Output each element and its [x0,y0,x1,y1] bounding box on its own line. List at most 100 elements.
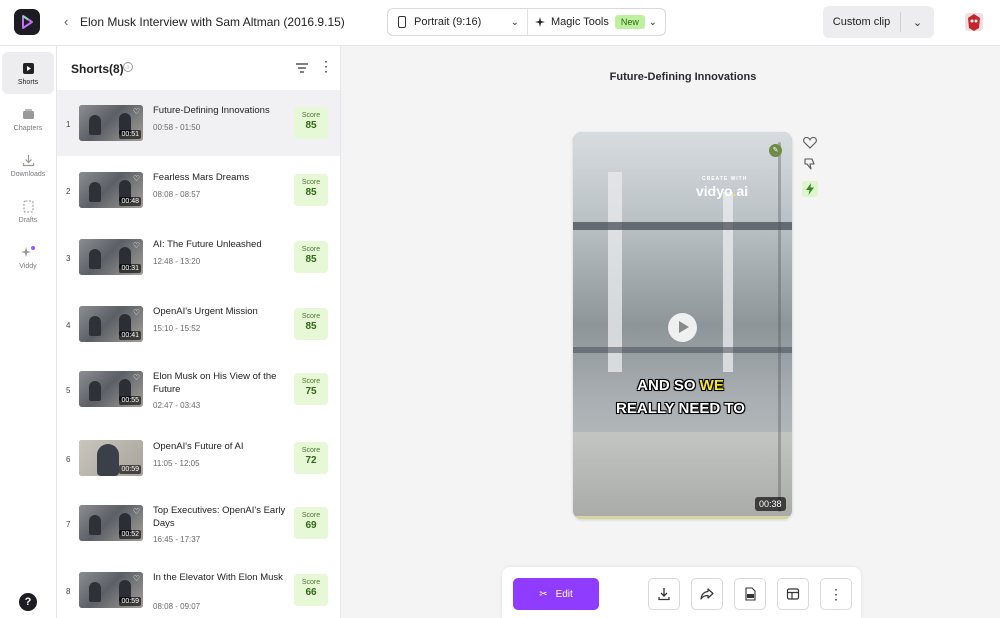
left-rail: Shorts Chapters Downloads Drafts Viddy ? [0,46,57,618]
caption-line: AND SO WE [573,377,788,394]
row-time: 11:05 - 12:05 [153,459,200,468]
preview-title: Future-Defining Innovations [609,71,757,83]
list-item[interactable]: 8 ♡ 00:59 In the Elevator With Elon Musk … [57,559,340,618]
chevron-left-icon[interactable]: ‹ [64,14,68,29]
magic-tools-select[interactable]: Magic Tools New ⌄ [528,9,665,35]
custom-clip-split-button: Custom clip ⌄ [823,6,934,38]
duration: 00:59 [119,597,141,606]
action-bar: ✂ Edit ⋮ [502,567,861,618]
score-value: 85 [305,120,317,131]
heart-icon[interactable]: ♡ [133,373,140,382]
chevron-down-icon[interactable]: ⌄ [901,16,934,29]
row-time: 16:45 - 17:37 [153,535,201,544]
subtitle-export-button[interactable] [734,578,766,610]
row-number: 6 [66,455,71,464]
duration: 00:31 [119,264,141,273]
score-label: Score [301,512,321,519]
chevron-down-icon: ⌄ [510,17,519,28]
shorts-panel: Shorts(8) i ⋮ 1 ♡ 00:51 Future-Defining I… [57,46,341,618]
rail-item-drafts[interactable]: Drafts [2,190,54,232]
panel-title: Shorts(8) [71,62,124,76]
thumbnail: ♡ 00:52 [79,505,143,541]
rail-item-shorts[interactable]: Shorts [2,52,54,94]
edit-badge-icon[interactable]: ✎ [769,144,782,157]
rail-item-label: Chapters [13,125,43,132]
more-icon[interactable]: ⋮ [319,59,333,73]
caption-highlight: WE [699,377,724,394]
duration: 00:48 [119,197,141,206]
list-item[interactable]: 7 ♡ 00:52 Top Executives: OpenAI's Early … [57,492,340,558]
score-value: 85 [305,254,317,265]
score-badge: Score 75 [294,373,328,405]
score-badge: Score 85 [294,107,328,139]
rail-item-downloads[interactable]: Downloads [2,144,54,186]
sparkle-icon [20,244,36,260]
video-duration: 00:38 [755,497,786,511]
list-item[interactable]: 1 ♡ 00:51 Future-Defining Innovations 00:… [57,90,340,156]
rail-item-chapters[interactable]: Chapters [2,98,54,140]
share-button[interactable] [691,578,723,610]
new-badge: New [614,15,645,29]
score-label: Score [301,313,321,320]
magic-tools-label: Magic Tools [551,16,609,28]
progress-bar[interactable] [573,516,792,519]
heart-icon[interactable] [802,134,818,150]
score-value: 75 [305,386,317,397]
row-number: 2 [66,187,71,196]
list-item[interactable]: 2 ♡ 00:48 Fearless Mars Dreams 08:08 - 08… [57,157,340,223]
row-title: Elon Musk on His View of the Future [153,371,277,395]
layout-button[interactable] [777,578,809,610]
thumbnail: ♡ 00:31 [79,239,143,275]
heart-icon[interactable]: ♡ [133,507,140,516]
thumbs-down-icon[interactable] [802,156,818,172]
heart-icon[interactable]: ♡ [133,107,140,116]
toolbar-group: Portrait (9:16) ⌄ Magic Tools New ⌄ [387,8,666,36]
rail-item-label: Downloads [10,171,46,178]
list-item[interactable]: 3 ♡ 00:31 AI: The Future Unleashed 12:48 … [57,224,340,290]
download-icon [658,588,670,601]
rail-item-viddy[interactable]: Viddy [2,236,54,278]
list-item[interactable]: 5 ♡ 00:55 Elon Musk on His View of the Fu… [57,358,340,424]
download-icon [20,152,36,168]
score-badge: Score 85 [294,174,328,206]
heart-icon[interactable]: ♡ [133,241,140,250]
row-number: 7 [66,520,71,529]
caption-line: REALLY NEED TO [616,400,745,417]
score-value: 85 [305,321,317,332]
heart-icon[interactable]: ♡ [133,308,140,317]
list-item[interactable]: 4 ♡ 00:41 OpenAI's Urgent Mission 15:10 -… [57,291,340,357]
watermark-caption: CREATE WITH [702,176,748,182]
duration: 00:41 [119,331,141,340]
avatar[interactable] [962,10,986,34]
score-badge: Score 85 [294,241,328,273]
filter-icon[interactable] [295,62,309,74]
play-button[interactable] [668,313,697,342]
scrollbar[interactable] [778,142,781,512]
heart-icon[interactable]: ♡ [133,574,140,583]
share-icon [700,588,714,600]
thumbnail: ♡ 00:51 [79,105,143,141]
app-logo[interactable] [14,9,40,35]
video-preview[interactable]: ✎ CREATE WITH vidyo.ai AND SO WE REALLY … [573,132,792,519]
row-number: 8 [66,587,71,596]
row-time: 15:10 - 15:52 [153,324,201,333]
row-title: AI: The Future Unleashed [153,239,262,250]
list-item[interactable]: 6 00:59 OpenAI's Future of AI 11:05 - 12… [57,425,340,491]
aspect-ratio-select[interactable]: Portrait (9:16) ⌄ [388,9,528,35]
more-button[interactable]: ⋮ [820,578,852,610]
score-label: Score [301,378,321,385]
download-button[interactable] [648,578,680,610]
row-title: Top Executives: OpenAI's Early Days [153,505,286,529]
duration: 00:59 [119,465,141,474]
help-button[interactable]: ? [19,593,37,611]
custom-clip-button[interactable]: Custom clip [823,16,900,28]
row-time: 08:08 - 08:57 [153,190,201,199]
panel-header: Shorts(8) i ⋮ [57,46,340,90]
phone-icon [398,16,406,28]
row-title: In the Elevator With Elon Musk [153,572,283,583]
heart-icon[interactable]: ♡ [133,174,140,183]
edit-button[interactable]: ✂ Edit [513,578,599,610]
bolt-icon[interactable] [802,181,818,197]
info-icon[interactable]: i [123,62,133,72]
thumbnail: ♡ 00:59 [79,572,143,608]
